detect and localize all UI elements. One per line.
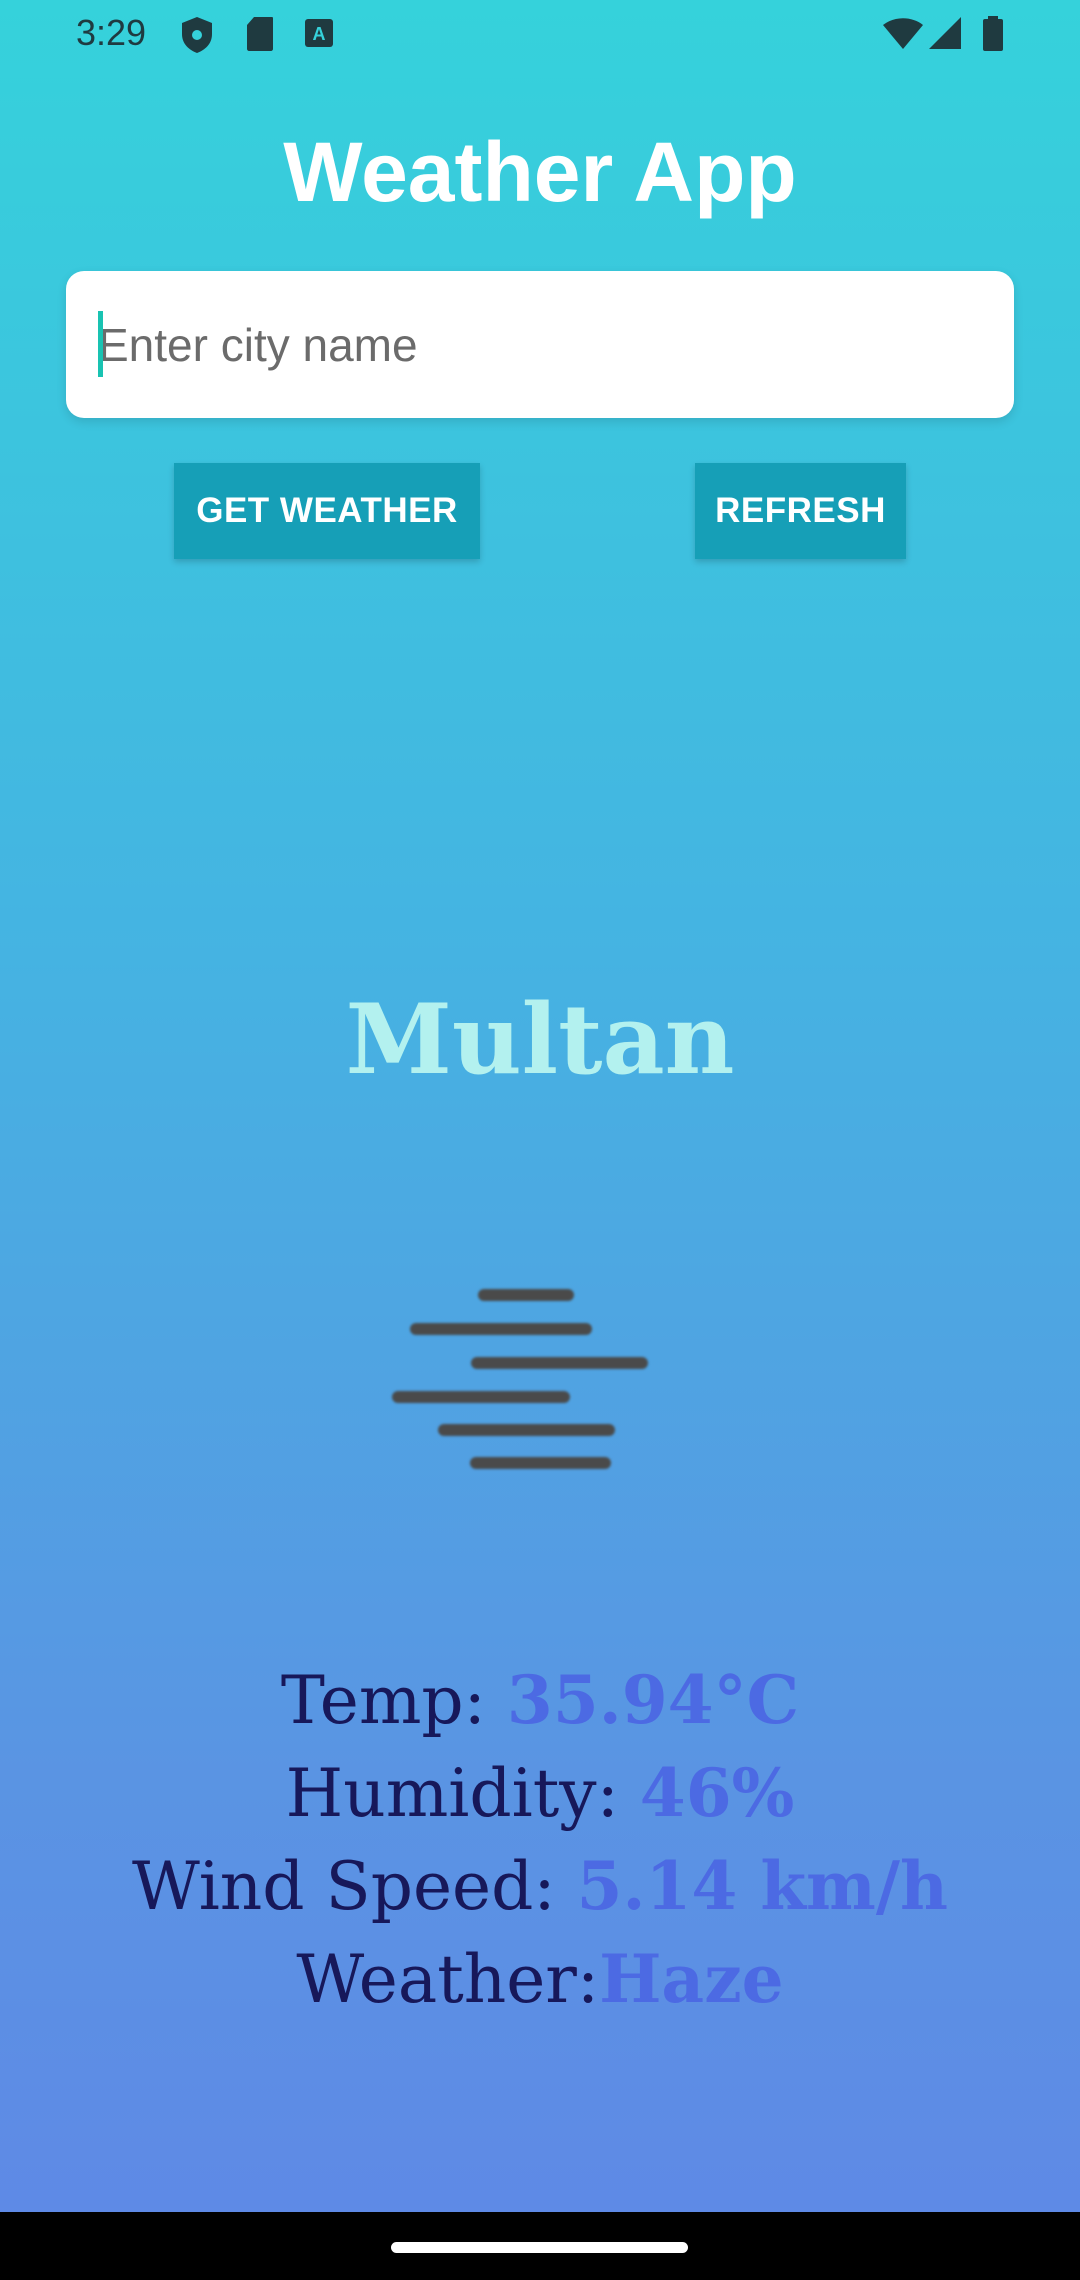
status-bar: 3:29 A [0, 0, 1080, 70]
signal-icon [928, 16, 962, 55]
navigation-bar [0, 2212, 1080, 2280]
get-weather-button[interactable]: GET WEATHER [174, 463, 480, 559]
humidity-row: Humidity: 46% [0, 1753, 1080, 1834]
haze-line [470, 1457, 611, 1469]
haze-icon [380, 1280, 700, 1480]
keyboard-a-icon: A [304, 16, 334, 55]
weather-label: Weather: [296, 1941, 600, 2018]
weather-row: Weather:Haze [0, 1939, 1080, 2020]
haze-line [471, 1357, 648, 1369]
home-gesture-handle[interactable] [391, 2242, 688, 2253]
humidity-label: Humidity: [285, 1755, 640, 1832]
battery-icon [982, 16, 1004, 57]
wind-label: Wind Speed: [132, 1848, 577, 1925]
city-input-container[interactable] [66, 271, 1014, 418]
status-time: 3:29 [76, 12, 147, 53]
sd-card-icon [246, 16, 274, 57]
wifi-icon [882, 16, 924, 55]
temp-value: 35.94°C [506, 1661, 800, 1739]
svg-text:A: A [313, 24, 326, 44]
wind-row: Wind Speed: 5.14 km/h [0, 1846, 1080, 1927]
temp-label: Temp: [280, 1662, 507, 1739]
weather-value: Haze [599, 1940, 784, 2018]
refresh-button[interactable]: REFRESH [695, 463, 906, 559]
haze-line [478, 1289, 574, 1301]
city-name: Multan [345, 983, 735, 1096]
haze-line [410, 1323, 592, 1335]
temp-row: Temp: 35.94°C [0, 1660, 1080, 1741]
shield-icon [180, 16, 214, 59]
humidity-value: 46% [639, 1754, 795, 1832]
haze-line [438, 1424, 615, 1436]
app-title: Weather App [283, 125, 797, 219]
haze-line [392, 1391, 570, 1403]
text-cursor [98, 311, 103, 377]
wind-value: 5.14 km/h [576, 1847, 948, 1925]
city-search-input[interactable] [98, 271, 978, 418]
